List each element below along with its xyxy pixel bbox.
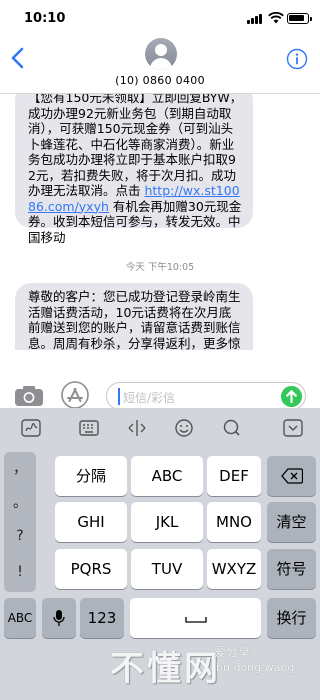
message-timestamp: 今天 下午10:05: [125, 262, 195, 273]
punct-exclaim[interactable]: !: [4, 564, 36, 580]
punct-period[interactable]: 。: [4, 492, 36, 512]
space-key[interactable]: [130, 598, 261, 638]
clear-key[interactable]: 清空: [267, 502, 316, 542]
key-mno[interactable]: MNO: [207, 502, 261, 542]
microphone-key[interactable]: [42, 598, 76, 638]
keyboard-icon[interactable]: [78, 418, 100, 438]
punct-question[interactable]: ?: [4, 528, 36, 544]
number-mode-key[interactable]: 123: [80, 598, 124, 638]
key-def[interactable]: DEF: [207, 456, 261, 496]
message-text: 尊敬的客户：您已成功登记登录岭南生活赠话费活动，10元话费将在次月底前赠送到您的…: [28, 289, 241, 350]
back-chevron-icon[interactable]: [8, 46, 28, 70]
message-bubble[interactable]: 尊敬的客户：您已成功登记登录岭南生活赠话费活动，10元话费将在次月底前赠送到您的…: [15, 283, 253, 350]
message-input[interactable]: 短信/彩信: [106, 382, 306, 410]
delete-icon: [280, 468, 303, 484]
contact-number[interactable]: (10) 0860 0400: [0, 74, 320, 87]
message-input-placeholder: 短信/彩信: [123, 391, 176, 405]
send-arrow-icon[interactable]: [281, 386, 302, 407]
app-store-icon[interactable]: [60, 380, 90, 410]
cursor-move-icon[interactable]: [126, 418, 148, 438]
key-separator[interactable]: 分隔: [55, 456, 127, 496]
message-thread: 【您有150元未领取】立即回复BYW，成功办理92元新业务包（到期自动取消），可…: [0, 94, 320, 350]
key-ghi[interactable]: GHI: [55, 502, 127, 542]
key-wxyz[interactable]: WXYZ: [207, 549, 261, 589]
keyboard-toolbar: [0, 408, 320, 446]
watermark-pinyin: bu dong wang: [216, 661, 295, 674]
collapse-keyboard-icon[interactable]: [282, 418, 304, 438]
site-watermark: 不懂网 爱分享 bu dong wang: [96, 635, 320, 695]
abc-mode-key[interactable]: ABC: [4, 598, 36, 638]
wifi-icon: [268, 12, 284, 24]
symbol-key[interactable]: 符号: [267, 549, 316, 589]
handwriting-icon[interactable]: [20, 418, 42, 438]
battery-level: [289, 15, 305, 21]
return-key[interactable]: 换行: [267, 598, 316, 638]
camera-icon[interactable]: [14, 385, 44, 407]
search-icon[interactable]: [221, 418, 243, 438]
key-pqrs[interactable]: PQRS: [55, 549, 127, 589]
status-time: 10:10: [24, 11, 66, 26]
punctuation-column[interactable]: ， 。 ? !: [4, 452, 36, 592]
microphone-icon: [53, 610, 65, 626]
watermark-tagline: 爱分享: [214, 645, 251, 659]
cellular-signal-icon: [247, 13, 265, 24]
messages-screen: 10:10 (10) 0860 0400 【您有150元未领取】立即回复BYW，…: [0, 0, 320, 700]
message-bubble[interactable]: 【您有150元未领取】立即回复BYW，成功办理92元新业务包（到期自动取消），可…: [15, 94, 253, 245]
key-jkl[interactable]: JKL: [131, 502, 203, 542]
key-tuv[interactable]: TUV: [131, 549, 203, 589]
space-icon: [184, 617, 207, 623]
battery-icon: [287, 13, 312, 24]
emoji-icon[interactable]: [173, 418, 195, 438]
text-caret: [118, 388, 120, 405]
watermark-brand: 不懂网: [110, 649, 221, 689]
punct-comma[interactable]: ，: [4, 458, 36, 478]
info-icon[interactable]: [286, 48, 308, 70]
key-abc[interactable]: ABC: [131, 456, 203, 496]
status-bar: 10:10: [0, 0, 320, 36]
contact-avatar[interactable]: [145, 38, 177, 70]
delete-key[interactable]: [267, 456, 316, 496]
